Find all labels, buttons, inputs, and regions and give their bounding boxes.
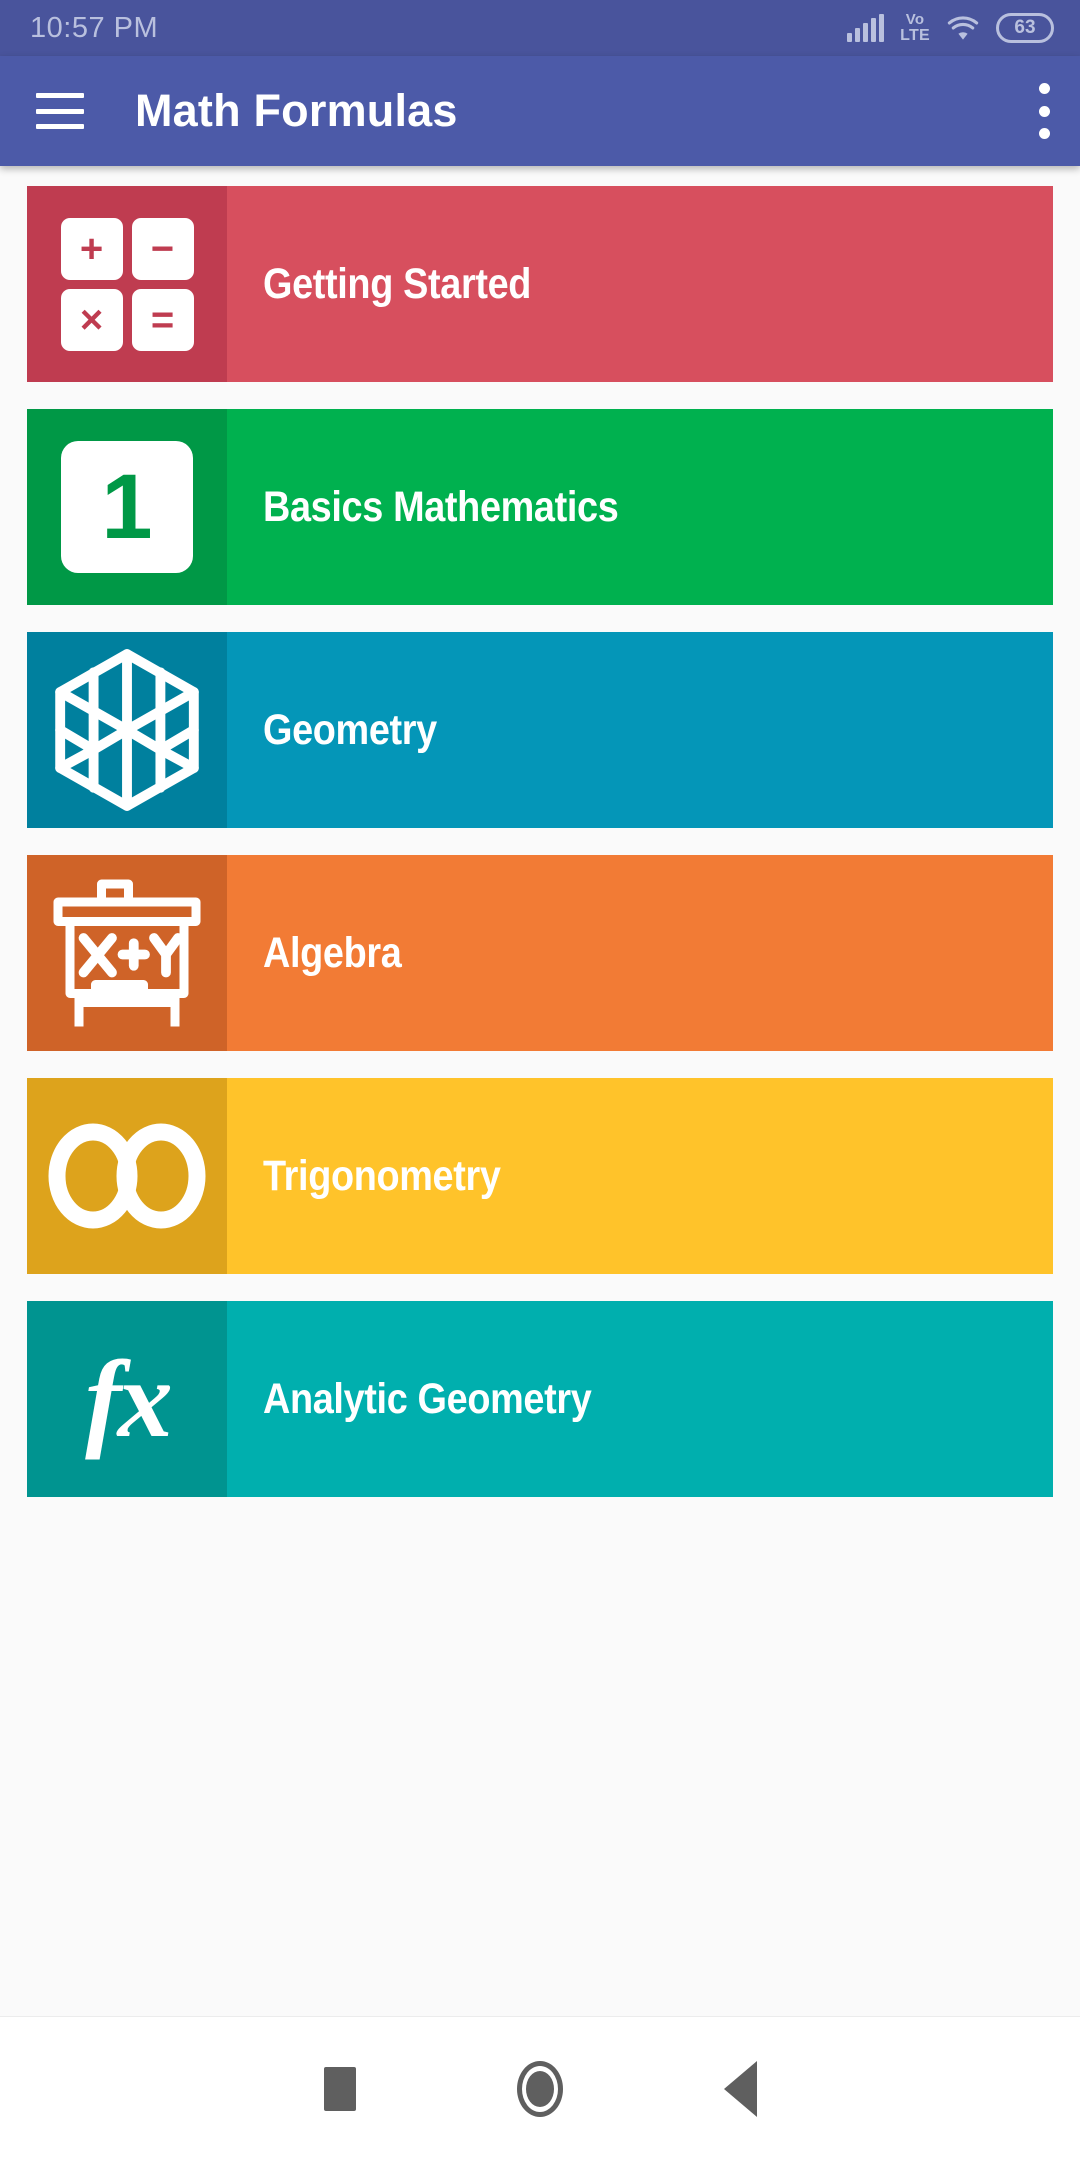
list-item-label: Geometry [263, 705, 437, 754]
list-item-label: Basics Mathematics [263, 482, 619, 531]
list-item-basics-mathematics[interactable]: 1 Basics Mathematics [27, 409, 1053, 605]
infinity-icon [48, 1123, 206, 1229]
card-icon-panel: fx [27, 1301, 227, 1497]
fx-function-icon: fx [85, 1338, 173, 1460]
card-icon-panel: + − × = [27, 186, 227, 382]
app-bar: Math Formulas [0, 56, 1080, 166]
wifi-icon [947, 15, 979, 40]
overflow-menu-icon[interactable] [1038, 83, 1050, 139]
card-body: Geometry [227, 632, 1053, 828]
cube-icon [55, 649, 199, 811]
status-time: 10:57 PM [30, 11, 159, 44]
list-item-trigonometry[interactable]: Trigonometry [27, 1078, 1053, 1274]
card-icon-panel: 1 [27, 409, 227, 605]
battery-icon: 63 [996, 13, 1054, 43]
app-root: 10:57 PM Vo LTE 63 Math Formulas + − × =… [0, 0, 1080, 2160]
list-item-label: Trigonometry [263, 1151, 501, 1200]
status-bar: 10:57 PM Vo LTE 63 [0, 0, 1080, 56]
page-title: Math Formulas [135, 85, 458, 136]
hamburger-menu-icon[interactable] [36, 93, 84, 129]
list-item-analytic-geometry[interactable]: fx Analytic Geometry [27, 1301, 1053, 1497]
whiteboard-xy-icon [53, 879, 201, 1027]
category-list[interactable]: + − × = Getting Started 1 Basics Mathema… [0, 166, 1080, 2016]
calc-key-times: × [60, 288, 123, 351]
card-body: Algebra [227, 855, 1053, 1051]
volte-icon: Vo LTE [900, 12, 930, 44]
list-item-geometry[interactable]: Geometry [27, 632, 1053, 828]
home-circle-icon [517, 2060, 563, 2117]
list-item-label: Analytic Geometry [263, 1374, 592, 1423]
card-body: Getting Started [227, 186, 1053, 382]
recents-button[interactable] [240, 2017, 440, 2160]
card-icon-panel [27, 1078, 227, 1274]
calculator-icon: + − × = [60, 217, 194, 351]
card-body: Basics Mathematics [227, 409, 1053, 605]
volte-bottom-label: LTE [900, 27, 930, 44]
system-navigation-bar [0, 2016, 1080, 2160]
card-body: Trigonometry [227, 1078, 1053, 1274]
signal-bars-icon [847, 13, 885, 42]
calc-key-equals: = [131, 288, 194, 351]
card-icon-panel [27, 632, 227, 828]
list-item-getting-started[interactable]: + − × = Getting Started [27, 186, 1053, 382]
battery-level-label: 63 [1014, 17, 1036, 38]
number-one-tile-icon: 1 [61, 441, 193, 573]
home-button[interactable] [440, 2017, 640, 2160]
calc-key-plus: + [60, 217, 123, 280]
status-icons: Vo LTE 63 [847, 12, 1054, 44]
back-triangle-icon [723, 2060, 757, 2117]
list-item-label: Algebra [263, 928, 402, 977]
list-item-label: Getting Started [263, 259, 532, 308]
calc-key-minus: − [131, 217, 194, 280]
list-item-algebra[interactable]: Algebra [27, 855, 1053, 1051]
card-body: Analytic Geometry [227, 1301, 1053, 1497]
recents-square-icon [324, 2066, 356, 2111]
back-button[interactable] [640, 2017, 840, 2160]
volte-top-label: Vo [905, 11, 925, 28]
card-icon-panel [27, 855, 227, 1051]
